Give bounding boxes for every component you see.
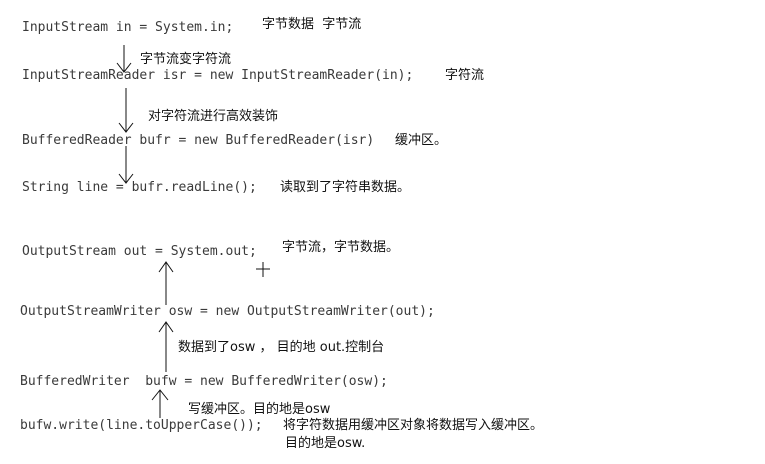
- output-line-2-code: OutputStreamWriter osw = new OutputStrea…: [20, 304, 435, 319]
- input-line-1-note: 字节数据 字节流: [262, 17, 362, 32]
- input-line-4-note: 读取到了字符串数据。: [280, 180, 411, 195]
- input-line-3-code: BufferedReader bufr = new BufferedReader…: [22, 133, 375, 148]
- input-line-2-code: InputStreamReader isr = new InputStreamR…: [22, 68, 414, 83]
- output-line-4-note-2: 目的地是osw.: [285, 436, 366, 451]
- output-line-1-note: 字节流，字节数据。: [282, 240, 400, 255]
- input-line-3-note: 缓冲区。: [395, 133, 448, 148]
- output-line-4-note: 将字符数据用缓冲区对象将数据写入缓冲区。: [283, 418, 544, 433]
- output-line-1-code: OutputStream out = System.out;: [22, 244, 257, 259]
- output-line-4-code: bufw.write(line.toUpperCase());: [20, 418, 263, 433]
- output-arrow-1-note: 数据到了osw ， 目的地 out.控制台: [178, 340, 385, 355]
- input-line-2-note: 字符流: [445, 68, 485, 83]
- output-line-3-code: BufferedWriter bufw = new BufferedWriter…: [20, 374, 388, 389]
- input-line-1-code: InputStream in = System.in;: [22, 20, 234, 35]
- input-arrow-1-note: 字节流变字符流: [140, 52, 232, 67]
- input-arrow-2-note: 对字符流进行高效装饰: [148, 109, 279, 124]
- output-arrow-2-note: 写缓冲区。目的地是osw: [188, 402, 331, 417]
- input-line-4-code: String line = bufr.readLine();: [22, 180, 257, 195]
